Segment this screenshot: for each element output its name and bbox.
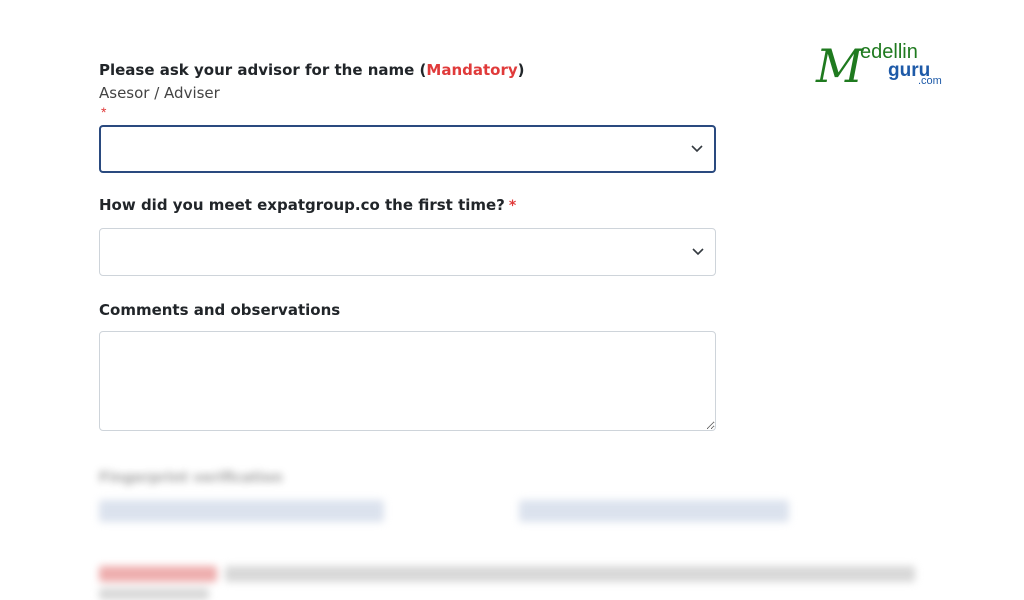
adviser-required-mark: *	[101, 104, 107, 120]
blurred-option-1[interactable]	[99, 500, 384, 522]
blurred-section: Fingerprint verification	[99, 470, 929, 600]
comments-textarea[interactable]	[99, 331, 716, 431]
contact-form: Please ask your advisor for the name (Ma…	[99, 60, 716, 431]
chevron-down-icon	[692, 248, 704, 256]
adviser-label-prefix: Please ask your advisor for the name (	[99, 61, 427, 79]
adviser-sublabel: Asesor / Adviser	[99, 84, 220, 102]
meet-required-mark: *	[508, 198, 517, 214]
meet-label-text: How did you meet expatgroup.co the first…	[99, 196, 505, 214]
comments-label: Comments and observations	[99, 301, 341, 319]
chevron-down-icon	[691, 145, 703, 153]
adviser-select[interactable]	[99, 125, 716, 173]
medellin-guru-logo: M edellin guru .com	[814, 38, 954, 93]
blurred-warning-text-2	[99, 588, 209, 600]
blurred-option-2[interactable]	[519, 500, 789, 522]
logo-tld: .com	[918, 75, 942, 87]
logo-big-letter: M	[815, 39, 865, 88]
blurred-warning-text	[225, 566, 915, 582]
fingerprint-label: Fingerprint verification	[99, 470, 283, 486]
meet-label: How did you meet expatgroup.co the first…	[99, 195, 716, 216]
meet-select[interactable]	[99, 228, 716, 276]
adviser-label-suffix: )	[517, 61, 525, 79]
blurred-warning-label	[99, 566, 217, 582]
adviser-label: Please ask your advisor for the name (Ma…	[99, 60, 716, 80]
mandatory-text: Mandatory	[426, 61, 518, 79]
